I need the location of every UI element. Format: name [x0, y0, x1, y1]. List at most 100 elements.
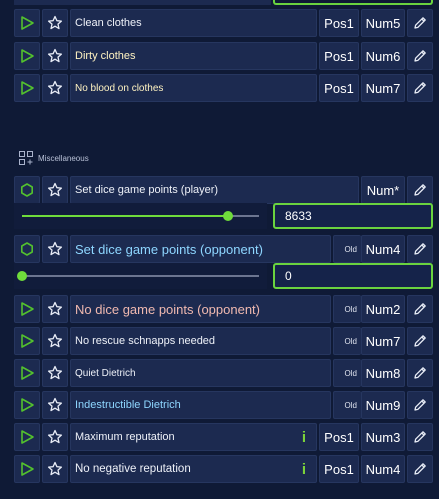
play-button[interactable]	[14, 327, 40, 355]
hotkey-key[interactable]: Num3	[361, 423, 405, 451]
play-button[interactable]	[14, 359, 40, 387]
favorite-button[interactable]	[42, 9, 68, 37]
play-icon	[21, 430, 34, 444]
play-button[interactable]	[14, 391, 40, 419]
cheat-name-text: No negative reputation	[75, 463, 191, 475]
cheat-name: No dice game points (opponent)	[70, 295, 331, 323]
star-icon	[47, 365, 63, 380]
value-slider[interactable]	[14, 203, 267, 229]
info-indicator[interactable]: i	[302, 429, 306, 446]
play-icon	[21, 81, 34, 95]
cheat-name-text: Maximum reputation	[75, 431, 175, 443]
previous-row-edge-cell	[14, 0, 271, 5]
favorite-button[interactable]	[42, 359, 68, 387]
cheat-row-dice-points-player: Set dice game points (player) Num*	[14, 176, 433, 204]
value-slider-row: 0	[14, 263, 433, 289]
hotkey-key[interactable]: Num4	[361, 235, 405, 263]
cheat-row-quiet-dietrich: Quiet Dietrich Old Num8	[14, 359, 433, 387]
play-button[interactable]	[14, 9, 40, 37]
edit-button[interactable]	[407, 327, 433, 355]
play-icon	[21, 302, 34, 316]
edit-button[interactable]	[407, 74, 433, 102]
hotkey-key[interactable]: Num7	[361, 327, 405, 355]
favorite-button[interactable]	[42, 391, 68, 419]
star-icon	[47, 333, 63, 348]
grid-plus-icon	[19, 151, 33, 165]
play-icon	[21, 334, 34, 348]
play-button[interactable]	[14, 42, 40, 70]
hotkey-key[interactable]: Num9	[361, 391, 405, 419]
edit-button[interactable]	[407, 391, 433, 419]
hotkey-modifier[interactable]: Pos1	[319, 74, 359, 102]
pencil-icon	[414, 243, 426, 255]
play-button[interactable]	[14, 295, 40, 323]
hotkey-key[interactable]: Num*	[361, 176, 405, 204]
play-button[interactable]	[14, 423, 40, 451]
hotkey-key[interactable]: Num2	[361, 295, 405, 323]
hotkey-key[interactable]: Num5	[361, 9, 405, 37]
cheat-row-dirty-clothes: Dirty clothes Pos1 Num6	[14, 42, 433, 70]
apply-value-button[interactable]	[14, 235, 40, 263]
pencil-icon	[414, 431, 426, 443]
hexagon-icon	[21, 242, 33, 256]
edit-button[interactable]	[407, 176, 433, 204]
hotkey-key[interactable]: Num4	[361, 455, 405, 483]
cheat-name: No rescue schnapps needed	[70, 327, 331, 355]
edit-button[interactable]	[407, 235, 433, 263]
previous-value-field-edge[interactable]	[273, 0, 433, 5]
cheat-name: Maximum reputation i	[70, 423, 317, 451]
favorite-button[interactable]	[42, 42, 68, 70]
star-icon	[47, 301, 63, 316]
cheat-name-text: Dirty clothes	[75, 50, 136, 62]
hotkey-modifier[interactable]: Pos1	[319, 423, 359, 451]
cheat-row-clean-clothes: Clean clothes Pos1 Num5	[14, 9, 433, 37]
play-button[interactable]	[14, 455, 40, 483]
edit-button[interactable]	[407, 455, 433, 483]
old-tag-cell: Old	[333, 235, 361, 263]
apply-value-button[interactable]	[14, 176, 40, 204]
pencil-icon	[414, 50, 426, 62]
hotkey-modifier[interactable]: Pos1	[319, 42, 359, 70]
hotkey-modifier[interactable]: Pos1	[319, 9, 359, 37]
favorite-button[interactable]	[42, 235, 68, 263]
cheat-name-text: Indestructible Dietrich	[75, 399, 181, 411]
edit-button[interactable]	[407, 42, 433, 70]
favorite-button[interactable]	[42, 327, 68, 355]
edit-button[interactable]	[407, 9, 433, 37]
favorite-button[interactable]	[42, 295, 68, 323]
slider-handle[interactable]	[223, 211, 234, 221]
favorite-button[interactable]	[42, 423, 68, 451]
hotkey-key[interactable]: Num7	[361, 74, 405, 102]
hotkey-key[interactable]: Num8	[361, 359, 405, 387]
info-indicator[interactable]: i	[302, 461, 306, 478]
old-tag: Old	[344, 304, 357, 314]
old-tag: Old	[344, 244, 357, 254]
slider-fill	[22, 215, 229, 217]
pencil-icon	[414, 463, 426, 475]
hotkey-modifier[interactable]: Pos1	[319, 455, 359, 483]
edit-button[interactable]	[407, 359, 433, 387]
value-input[interactable]: 0	[273, 263, 433, 289]
star-icon	[47, 241, 63, 256]
cheat-name: No blood on clothes	[70, 74, 317, 102]
star-icon	[47, 461, 63, 476]
cheat-name: Dirty clothes	[70, 42, 317, 70]
hotkey-key[interactable]: Num6	[361, 42, 405, 70]
cheat-name-text: No rescue schnapps needed	[75, 335, 216, 347]
old-tag-cell: Old	[333, 359, 361, 387]
play-button[interactable]	[14, 74, 40, 102]
value-slider[interactable]	[14, 263, 267, 289]
favorite-button[interactable]	[42, 74, 68, 102]
favorite-button[interactable]	[42, 176, 68, 204]
slider-handle[interactable]	[17, 271, 27, 281]
cheat-name: Quiet Dietrich	[70, 359, 331, 387]
cheat-name-text: Quiet Dietrich	[75, 367, 136, 379]
favorite-button[interactable]	[42, 455, 68, 483]
cheat-name-text: Clean clothes	[75, 17, 142, 29]
edit-button[interactable]	[407, 295, 433, 323]
edit-button[interactable]	[407, 423, 433, 451]
cheat-name-text: Set dice game points (opponent)	[75, 241, 263, 257]
old-tag-cell: Old	[333, 391, 361, 419]
value-input[interactable]: 8633	[273, 203, 433, 229]
play-icon	[21, 462, 34, 476]
